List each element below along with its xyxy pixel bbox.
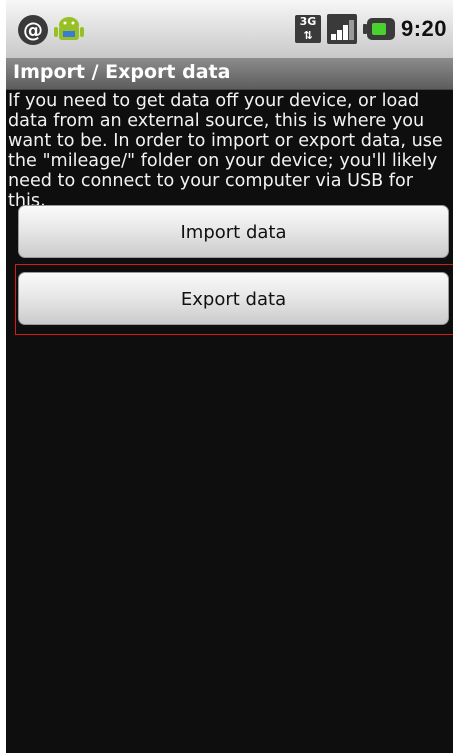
status-bar: @ 3G ⇅ 9:20 [6,0,453,58]
device-screen: @ 3G ⇅ 9:20 Import / Export data If you … [6,0,453,753]
signal-strength-icon [326,14,357,44]
android-robot-icon [54,17,84,40]
email-notification-icon: @ [18,15,48,45]
system-icons: 3G ⇅ 9:20 [294,14,447,44]
page-title: Import / Export data [13,61,231,83]
network-3g-icon: 3G ⇅ [294,15,321,43]
network-type-label: 3G [299,15,317,28]
clock: 9:20 [400,16,447,41]
notification-icons: @ [18,15,86,45]
import-data-button[interactable]: Import data [18,205,449,258]
title-bar: Import / Export data [6,58,453,90]
description-text: If you need to get data off your device,… [8,91,443,211]
export-data-button[interactable]: Export data [18,272,449,325]
battery-icon [362,18,395,40]
